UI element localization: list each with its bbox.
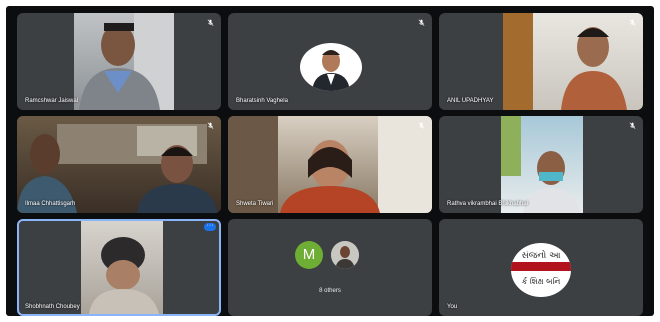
participant-name: You [447,304,458,310]
avatar-letter: M [295,241,323,269]
logo-image: સંજનો આ ર્ક શિક્ષ બનિ [511,249,571,286]
participant-silhouette [228,116,432,213]
participant-name: Bharatsinh Vaghela [236,98,288,104]
logo-text-bottom: ર્ક શિક્ષ બનિ [522,276,561,286]
participant-tile[interactable]: ANIL UPADHYAY [439,13,643,110]
mic-off-icon [207,122,214,129]
logo-text-top: સંજનો આ [521,249,561,261]
participant-tile[interactable]: Shweta Tiwari [228,116,432,213]
self-avatar-logo: સંજનો આ ર્ક શિક્ષ બનિ [511,243,571,297]
participant-name: Ramcshwar Jaiswal [25,98,79,104]
participant-video [81,221,163,314]
participant-silhouette [89,237,159,314]
more-options-icon[interactable]: ··· [204,222,216,231]
avatar-photo [312,50,350,91]
participant-video [503,13,643,110]
participant-avatar [300,43,362,91]
participant-name: Shobhnath Choubey [25,304,80,310]
meeting-grid: Ramcshwar Jaiswal Bharatsinh Vaghela ANI… [6,6,654,316]
participant-video [17,116,221,213]
mic-off-icon [418,19,425,26]
others-count-label: 8 others [319,288,341,294]
participant-name: Ilmaa Chhattisgarh [25,201,76,207]
mic-off-icon [629,122,636,129]
participant-name: ANIL UPADHYAY [447,98,494,104]
mic-off-icon [207,19,214,26]
participant-silhouette [79,13,174,110]
mic-off-icon [418,122,425,129]
mic-off-icon [629,19,636,26]
participant-video [501,116,583,213]
participant-name: Shweta Tiwari [236,201,274,207]
participant-tile-active[interactable]: ··· Shobhnath Choubey [17,219,221,316]
others-tile[interactable]: M 8 others [228,219,432,316]
participant-silhouette [501,116,581,213]
avatar-photo-image [331,241,359,269]
participant-tile[interactable]: Ramcshwar Jaiswal [17,13,221,110]
participant-name: Rathva vikrambhai Bhikhabhai [447,201,529,207]
participant-silhouette [503,13,627,110]
avatar-photo [331,241,359,269]
self-tile[interactable]: સંજનો આ ર્ક શિક્ષ બનિ You [439,219,643,316]
participant-silhouette [17,124,217,213]
participant-tile[interactable]: Ilmaa Chhattisgarh [17,116,221,213]
participant-tile[interactable]: Bharatsinh Vaghela [228,13,432,110]
participant-video [228,116,432,213]
participant-video [74,13,174,110]
participant-tile[interactable]: Rathva vikrambhai Bhikhabhai [439,116,643,213]
